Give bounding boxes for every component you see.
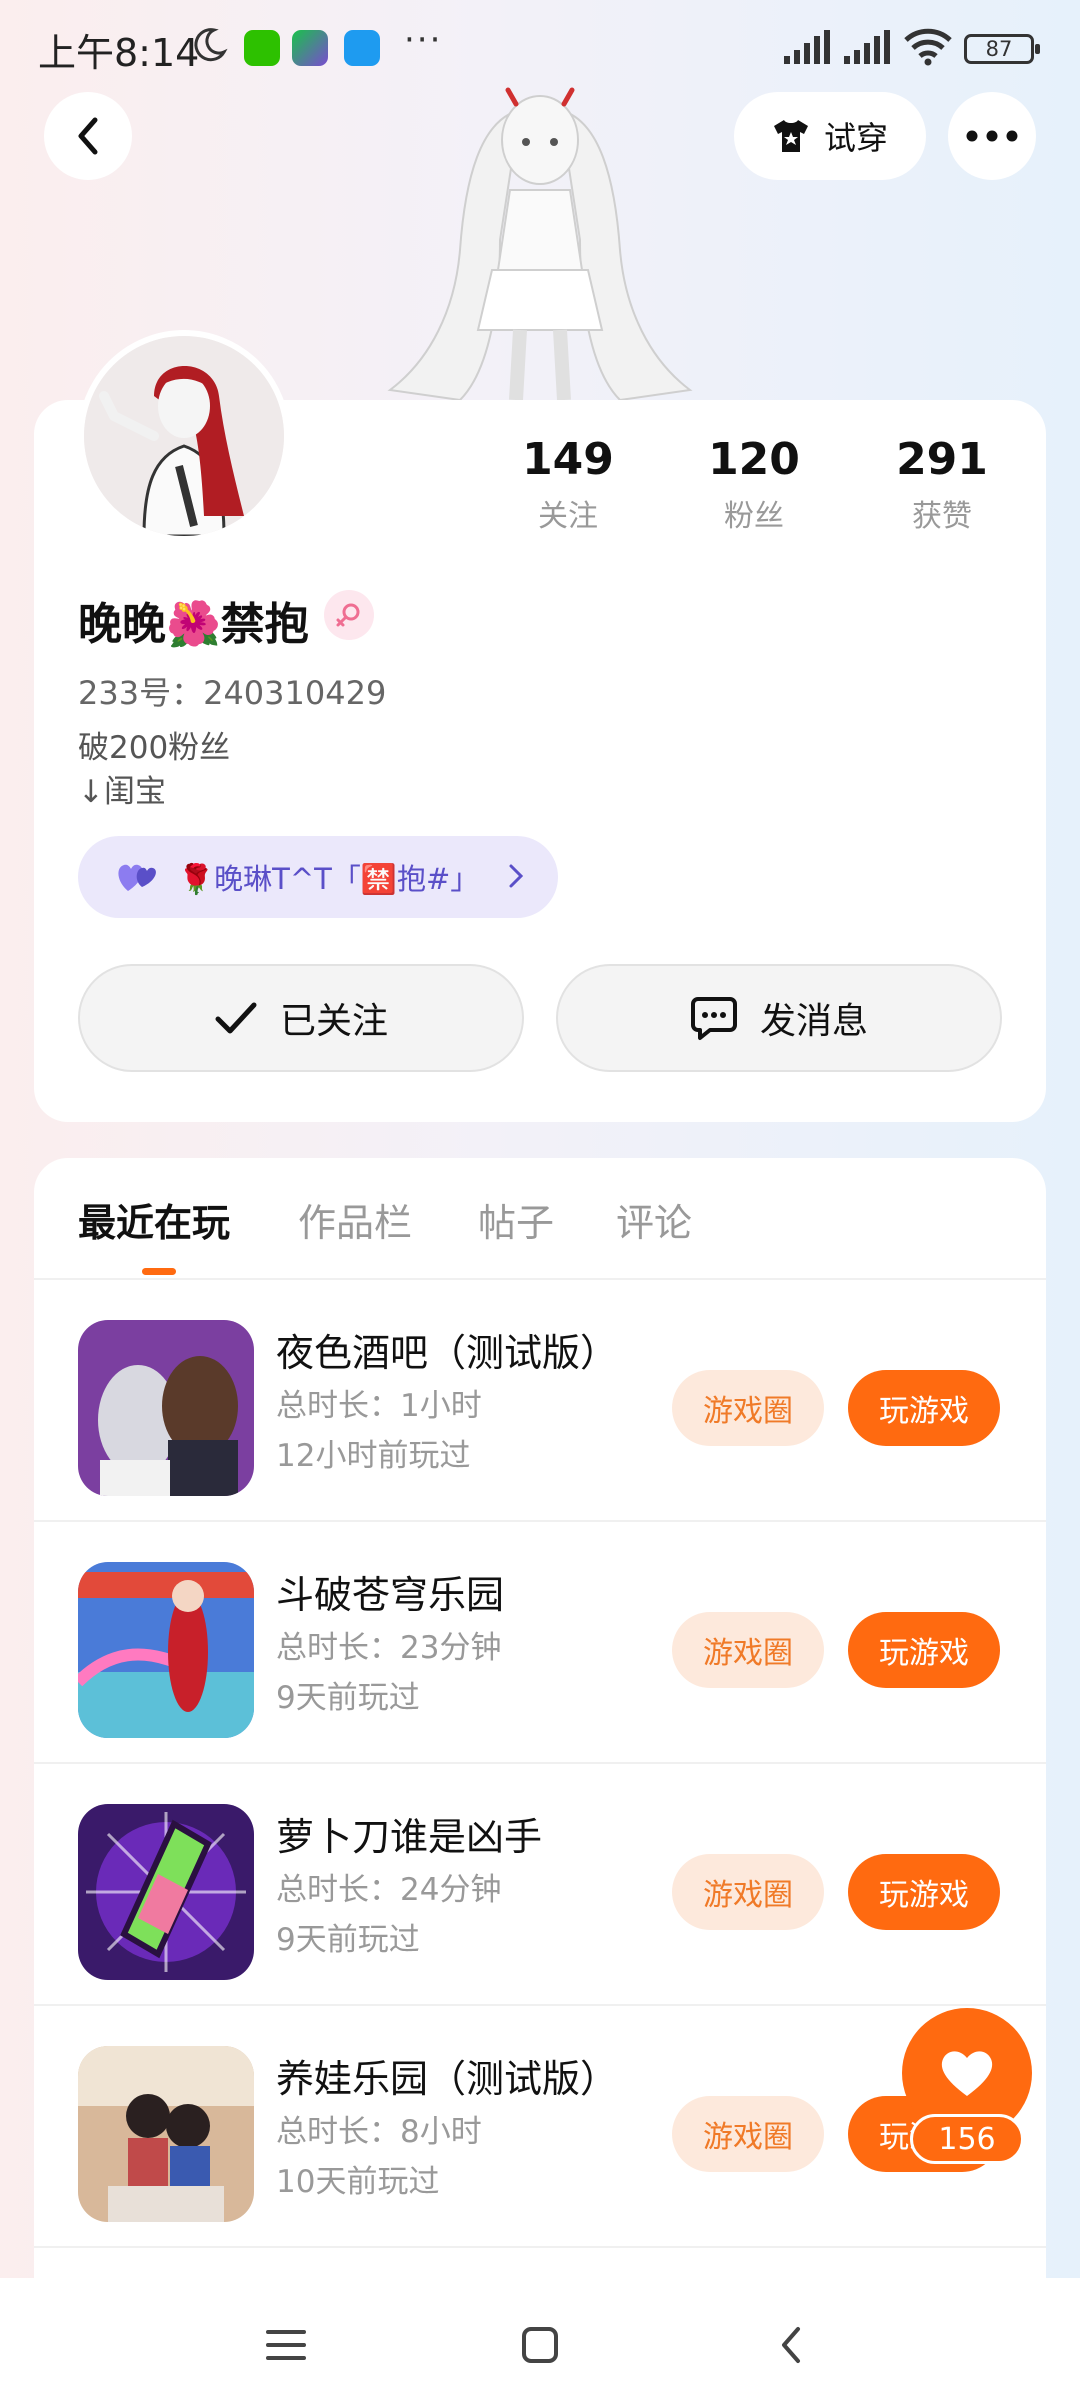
active-tab-indicator [142,1268,176,1275]
tab-posts[interactable]: 帖子 [478,1192,554,1247]
signal-icon [784,30,830,64]
stat-following[interactable]: 149 关注 [488,434,648,535]
send-message-label: 发消息 [759,1001,868,1042]
more-horizontal-icon [966,130,1018,142]
game-duration: 总时长：1小时 [276,1388,482,1424]
chevron-left-icon [78,117,98,155]
play-game-button[interactable]: 玩游戏 [848,1854,1000,1930]
likes-label: 获赞 [912,499,972,534]
game-last-played: 12小时前玩过 [276,1438,471,1474]
game-circle-button[interactable]: 游戏圈 [672,1612,824,1688]
game-circle-button[interactable]: 游戏圈 [672,1370,824,1446]
game-name: 斗破苍穹乐园 [276,1573,505,1617]
send-message-button[interactable]: 发消息 [556,964,1002,1072]
bio-line: ↓闺宝 [78,774,166,810]
followers-label: 粉丝 [724,499,784,534]
game-name: 夜色酒吧（测试版） [276,1331,619,1375]
iqiyi-icon [292,30,328,66]
game-name: 养娃乐园（测试版） [276,2057,619,2101]
game-duration: 总时长：8小时 [276,2114,482,2150]
like-count: 156 [910,2114,1024,2164]
female-gender-icon [324,590,374,640]
signal-hd-icon [844,30,890,64]
recent-apps-button[interactable] [256,2320,316,2370]
play-game-button[interactable]: 玩游戏 [848,1370,1000,1446]
system-nav-bar [0,2278,1080,2408]
tab-works[interactable]: 作品栏 [298,1192,412,1247]
system-back-button[interactable] [762,2320,822,2370]
game-icon-baby-park [78,2046,254,2222]
chat-bubble-icon [690,997,737,1040]
game-icon-radish-knife [78,1804,254,1980]
followed-label: 已关注 [279,1001,388,1042]
game-icon-night-bar [78,1320,254,1496]
battery-indicator: 87 [964,34,1040,64]
game-circle-button[interactable]: 游戏圈 [672,1854,824,1930]
try-on-button[interactable]: 试穿 [734,92,926,180]
fan-badge-label: 🌹晚琳T^T「🈲抱#」 [178,862,480,896]
fan-group-badge[interactable]: 🌹晚琳T^T「🈲抱#」 [78,836,558,918]
game-row[interactable]: 夜色酒吧（测试版） 总时长：1小时 12小时前玩过 游戏圈 玩游戏 [34,1280,1046,1522]
try-on-label: 试穿 [823,119,888,157]
tab-comments[interactable]: 评论 [616,1192,692,1247]
game-row[interactable]: 养娃乐园（测试版） 总时长：8小时 10天前玩过 游戏圈 玩游戏 [34,2006,1046,2248]
moon-icon [194,28,228,62]
game-name: 萝卜刀谁是凶手 [276,1815,543,1859]
character-model-image [387,87,693,400]
game-duration: 总时长：23分钟 [276,1630,502,1666]
more-options-button[interactable] [948,92,1036,180]
menu-icon [266,2330,306,2360]
double-heart-icon [118,864,156,891]
game-row[interactable]: 斗破苍穹乐园 总时长：23分钟 9天前玩过 游戏圈 玩游戏 [34,1522,1046,1764]
back-button[interactable] [44,92,132,180]
bio-line: 破200粉丝 [78,730,231,766]
game-icon-doupo-park [78,1562,254,1738]
tab-recently-played[interactable]: 最近在玩 [78,1192,230,1247]
wechat-icon [244,30,280,66]
chevron-left-icon [782,2327,800,2363]
nickname: 晚晚🌺禁抱 [78,599,309,650]
following-count: 149 [522,434,614,485]
likes-count: 291 [896,434,988,485]
check-icon [215,1002,257,1034]
stat-followers[interactable]: 120 粉丝 [674,434,834,535]
avatar[interactable] [78,330,290,542]
game-row[interactable]: 萝卜刀谁是凶手 总时长：24分钟 9天前玩过 游戏圈 玩游戏 [34,1764,1046,2006]
following-label: 关注 [538,499,598,534]
wifi-icon [904,28,952,66]
game-last-played: 9天前玩过 [276,1922,420,1958]
more-notifications-icon: ··· [404,20,443,60]
home-button[interactable] [510,2320,570,2370]
divider [34,2246,1046,2248]
shirt-icon [773,120,808,152]
game-circle-button[interactable]: 游戏圈 [672,2096,824,2172]
heart-icon [941,2051,993,2096]
bio: 破200粉丝 ↓闺宝 [78,726,230,814]
home-square-icon [522,2327,558,2363]
stat-likes[interactable]: 291 获赞 [862,434,1022,535]
user-id: 233号：240310429 [78,674,387,712]
game-last-played: 9天前玩过 [276,1680,420,1716]
chevron-right-icon [509,864,524,888]
game-last-played: 10天前玩过 [276,2164,440,2200]
followers-count: 120 [708,434,800,485]
followed-button[interactable]: 已关注 [78,964,524,1072]
status-time: 上午8:14 [38,31,200,75]
game-duration: 总时长：24分钟 [276,1872,502,1908]
app-notification-icon [344,30,380,66]
play-game-button[interactable]: 玩游戏 [848,1612,1000,1688]
